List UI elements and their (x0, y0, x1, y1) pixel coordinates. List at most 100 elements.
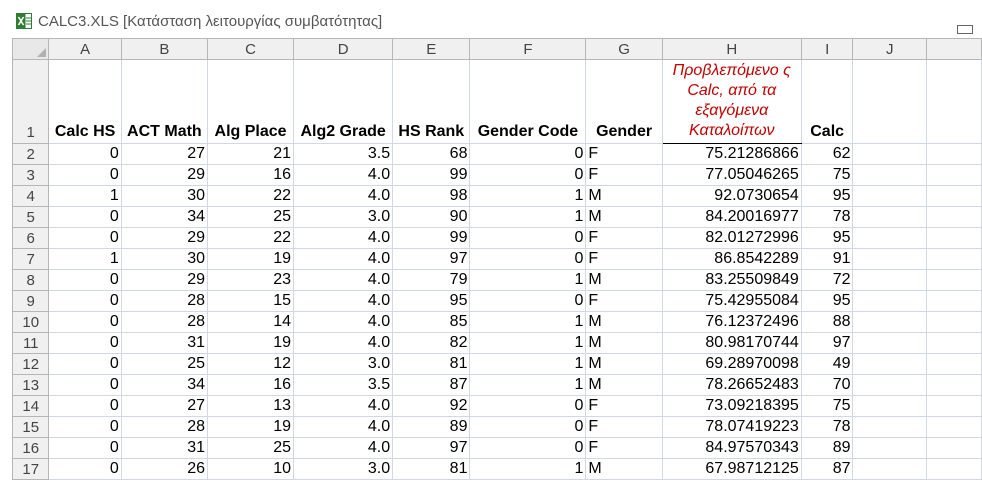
cell-f[interactable]: 0 (469, 437, 587, 459)
cell-overflow[interactable] (926, 290, 982, 312)
cell-e[interactable]: 87 (392, 374, 471, 396)
column-header-f[interactable]: F (469, 38, 587, 60)
cell-h[interactable]: 75.21286866 (661, 143, 802, 165)
cell-e[interactable]: 68 (392, 143, 471, 165)
header-cell-g[interactable]: Gender (585, 59, 663, 144)
cell-b[interactable]: 29 (120, 164, 209, 186)
cell-b[interactable]: 31 (120, 437, 209, 459)
cell-c[interactable]: 14 (207, 311, 295, 333)
cell-overflow[interactable] (926, 185, 982, 207)
row-header[interactable]: 15 (12, 416, 50, 438)
cell-h[interactable]: 86.8542289 (661, 248, 802, 270)
cell-b[interactable]: 29 (120, 227, 209, 249)
cell-f[interactable]: 1 (469, 353, 587, 375)
header-cell-c[interactable]: Alg Place (207, 59, 295, 144)
cell-d[interactable]: 4.0 (293, 395, 394, 417)
cell-g[interactable]: F (585, 416, 663, 438)
cell-c[interactable]: 25 (207, 437, 295, 459)
cell-g[interactable]: F (585, 164, 663, 186)
cell-b[interactable]: 30 (120, 185, 209, 207)
cell-e[interactable]: 89 (392, 416, 471, 438)
row-header[interactable]: 2 (12, 143, 50, 165)
cell-b[interactable]: 27 (120, 395, 209, 417)
row-header[interactable]: 12 (12, 353, 50, 375)
cell-i[interactable]: 95 (800, 227, 854, 249)
cell-j[interactable] (852, 269, 928, 291)
cell-f[interactable]: 0 (469, 416, 587, 438)
cell-e[interactable]: 81 (392, 458, 471, 480)
cell-c[interactable]: 16 (207, 374, 295, 396)
cell-c[interactable]: 22 (207, 227, 295, 249)
cell-overflow[interactable] (926, 143, 982, 165)
cell-i[interactable]: 49 (800, 353, 854, 375)
cell-i[interactable]: 62 (800, 143, 854, 165)
column-header-j[interactable]: J (852, 38, 928, 60)
cell-overflow[interactable] (926, 395, 982, 417)
row-header[interactable]: 5 (12, 206, 50, 228)
cell-overflow[interactable] (926, 164, 982, 186)
cell-h[interactable]: 73.09218395 (661, 395, 802, 417)
cell-a[interactable]: 0 (48, 353, 122, 375)
cell-b[interactable]: 26 (120, 458, 209, 480)
cell-a[interactable]: 0 (48, 332, 122, 354)
cell-i[interactable]: 95 (800, 290, 854, 312)
cell-a[interactable]: 0 (48, 206, 122, 228)
row-header[interactable]: 8 (12, 269, 50, 291)
cell-b[interactable]: 28 (120, 311, 209, 333)
cell-e[interactable]: 97 (392, 248, 471, 270)
cell-j[interactable] (852, 164, 928, 186)
column-header-g[interactable]: G (585, 38, 663, 60)
column-header-overflow[interactable] (926, 38, 982, 60)
cell-d[interactable]: 3.5 (293, 143, 394, 165)
header-cell-j[interactable] (852, 59, 928, 144)
cell-h[interactable]: 84.20016977 (661, 206, 802, 228)
cell-c[interactable]: 25 (207, 206, 295, 228)
row-header[interactable]: 6 (12, 227, 50, 249)
cell-h[interactable]: 69.28970098 (661, 353, 802, 375)
cell-a[interactable]: 0 (48, 437, 122, 459)
cell-overflow[interactable] (926, 227, 982, 249)
cell-i[interactable]: 91 (800, 248, 854, 270)
column-header-c[interactable]: C (207, 38, 295, 60)
cell-overflow[interactable] (926, 416, 982, 438)
cell-h[interactable]: 77.05046265 (661, 164, 802, 186)
cell-a[interactable]: 1 (48, 248, 122, 270)
cell-f[interactable]: 0 (469, 227, 587, 249)
cell-d[interactable]: 4.0 (293, 290, 394, 312)
cell-d[interactable]: 4.0 (293, 311, 394, 333)
cell-e[interactable]: 90 (392, 206, 471, 228)
cell-i[interactable]: 75 (800, 164, 854, 186)
column-header-d[interactable]: D (293, 38, 394, 60)
cell-f[interactable]: 1 (469, 206, 587, 228)
cell-h[interactable]: 75.42955084 (661, 290, 802, 312)
cell-f[interactable]: 0 (469, 248, 587, 270)
row-header[interactable]: 9 (12, 290, 50, 312)
cell-j[interactable] (852, 290, 928, 312)
cell-h[interactable]: 76.12372496 (661, 311, 802, 333)
cell-j[interactable] (852, 248, 928, 270)
row-header[interactable]: 16 (12, 437, 50, 459)
cell-f[interactable]: 1 (469, 332, 587, 354)
cell-g[interactable]: F (585, 143, 663, 165)
cell-e[interactable]: 92 (392, 395, 471, 417)
cell-overflow[interactable] (926, 269, 982, 291)
row-header[interactable]: 11 (12, 332, 50, 354)
cell-e[interactable]: 99 (392, 164, 471, 186)
cell-d[interactable]: 4.0 (293, 437, 394, 459)
cell-f[interactable]: 0 (469, 164, 587, 186)
cell-d[interactable]: 4.0 (293, 248, 394, 270)
row-header[interactable]: 17 (12, 458, 50, 480)
cell-c[interactable]: 22 (207, 185, 295, 207)
header-cell-e[interactable]: HS Rank (392, 59, 471, 144)
cell-a[interactable]: 0 (48, 164, 122, 186)
row-header[interactable]: 4 (12, 185, 50, 207)
cell-g[interactable]: F (585, 227, 663, 249)
cell-i[interactable]: 87 (800, 458, 854, 480)
cell-c[interactable]: 21 (207, 143, 295, 165)
spreadsheet-grid[interactable]: ABCDEFGHIJ 1 Calc HS ACT Math Alg Place Alg2… (12, 38, 982, 490)
cell-overflow[interactable] (926, 248, 982, 270)
cell-h[interactable]: 83.25509849 (661, 269, 802, 291)
cell-j[interactable] (852, 395, 928, 417)
cell-a[interactable]: 0 (48, 227, 122, 249)
cell-e[interactable]: 95 (392, 290, 471, 312)
